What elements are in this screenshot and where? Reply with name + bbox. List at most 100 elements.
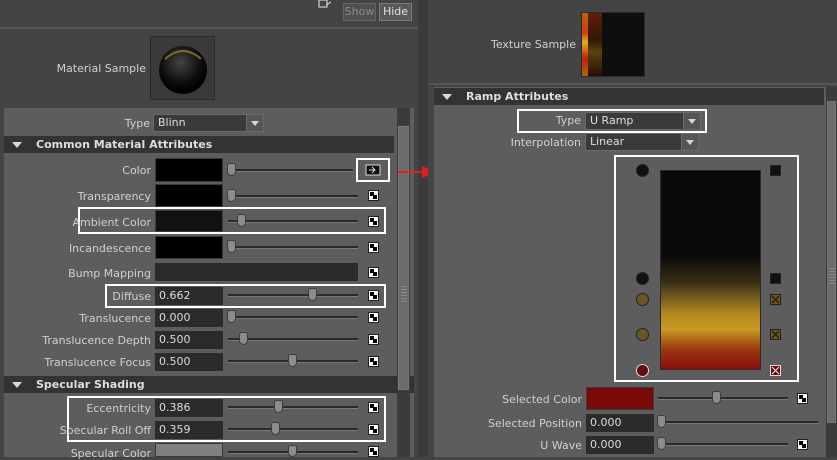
diffuse-input[interactable]: 0.662	[155, 287, 223, 305]
chevron-down-icon	[246, 115, 263, 131]
specular-roll-off-map-icon[interactable]	[368, 424, 379, 435]
ramp-delete-handle[interactable]	[770, 273, 781, 284]
selected-color-map-icon[interactable]	[797, 393, 808, 404]
ambient-slider-knob[interactable]	[237, 214, 246, 227]
transparency-map-icon[interactable]	[368, 190, 379, 201]
specular-shading-header[interactable]: Specular Shading	[4, 376, 414, 393]
ramp-delete-handle[interactable]	[770, 365, 781, 376]
right-resize-grip[interactable]	[829, 268, 835, 284]
translucence-focus-input[interactable]: 0.500	[155, 353, 223, 371]
color-slider-track[interactable]	[228, 169, 353, 172]
incandescence-slider-knob[interactable]	[227, 240, 236, 253]
incandescence-map-icon[interactable]	[368, 242, 379, 253]
translucence-map-icon[interactable]	[368, 312, 379, 323]
bump-mapping-label: Bump Mapping	[68, 267, 151, 280]
select-icon[interactable]	[318, 0, 332, 10]
ramp-delete-handle[interactable]	[770, 294, 781, 305]
translucence-depth-map-icon[interactable]	[368, 334, 379, 345]
left-scrollbar[interactable]	[397, 108, 410, 457]
translucence-slider-knob[interactable]	[227, 310, 236, 323]
show-button[interactable]: Show	[343, 3, 376, 21]
specular-roll-off-input[interactable]: 0.359	[155, 421, 223, 439]
incandescence-swatch[interactable]	[155, 236, 223, 259]
chevron-down-icon	[681, 134, 698, 150]
transparency-swatch[interactable]	[155, 184, 223, 207]
specular-color-map-icon[interactable]	[368, 446, 379, 457]
panel-resize-grip[interactable]	[401, 286, 407, 302]
u-wave-slider-knob[interactable]	[657, 437, 666, 450]
section-title: Specular Shading	[36, 378, 145, 391]
specular-color-label: Specular Color	[70, 447, 151, 460]
selected-position-input[interactable]: 0.000	[586, 414, 654, 432]
ambient-slider-track[interactable]	[228, 220, 358, 223]
transparency-slider-track[interactable]	[228, 195, 358, 198]
selected-color-slider-knob[interactable]	[712, 391, 721, 404]
diffuse-map-icon[interactable]	[368, 290, 379, 301]
translucence-focus-map-icon[interactable]	[368, 356, 379, 367]
translucence-slider-track[interactable]	[228, 316, 358, 319]
color-swatch[interactable]	[155, 158, 223, 182]
right-scrollbar-thumb[interactable]	[827, 101, 836, 423]
selected-color-swatch[interactable]	[586, 387, 654, 410]
ramp-position-handle[interactable]	[636, 272, 649, 285]
specular-roll-off-slider-track[interactable]	[228, 428, 358, 431]
texture-sample-label: Texture Sample	[490, 38, 576, 51]
ramp-delete-handle[interactable]	[770, 165, 781, 176]
collapse-triangle-icon	[12, 142, 22, 148]
selected-position-slider-knob[interactable]	[657, 415, 666, 428]
bump-mapping-map-icon[interactable]	[368, 267, 379, 278]
selected-color-slider-track[interactable]	[658, 397, 788, 400]
transparency-slider-knob[interactable]	[227, 189, 236, 202]
u-wave-slider-track[interactable]	[658, 443, 788, 446]
color-slider-knob[interactable]	[227, 163, 236, 176]
selected-color-label: Selected Color	[502, 393, 582, 406]
ambient-color-swatch[interactable]	[155, 210, 223, 232]
ramp-gradient[interactable]	[660, 170, 761, 370]
ramp-position-handle[interactable]	[636, 328, 649, 341]
specular-roll-off-slider-knob[interactable]	[271, 422, 280, 435]
eccentricity-slider-track[interactable]	[228, 406, 358, 409]
incandescence-slider-track[interactable]	[228, 246, 358, 249]
toolbar-divider	[0, 27, 418, 29]
panel-divider[interactable]	[418, 0, 428, 457]
section-title: Ramp Attributes	[466, 90, 569, 103]
eccentricity-input[interactable]: 0.386	[155, 399, 223, 417]
common-material-attributes-header[interactable]: Common Material Attributes	[4, 136, 394, 153]
interpolation-label: Interpolation	[510, 136, 581, 149]
diffuse-slider-knob[interactable]	[308, 288, 317, 301]
material-type-dropdown[interactable]: Blinn	[153, 114, 264, 132]
ramp-delete-handle[interactable]	[770, 329, 781, 340]
translucence-focus-slider-knob[interactable]	[288, 354, 297, 367]
ramp-type-dropdown[interactable]: U Ramp	[585, 112, 701, 130]
specular-color-slider-knob[interactable]	[288, 445, 297, 457]
section-title: Common Material Attributes	[36, 138, 213, 151]
interpolation-dropdown[interactable]: Linear	[585, 133, 699, 151]
ramp-type-label: Type	[555, 114, 581, 127]
ramp-type-value: U Ramp	[590, 114, 634, 127]
bump-mapping-field[interactable]	[155, 263, 358, 281]
translucence-focus-label: Translucence Focus	[44, 356, 151, 369]
diffuse-slider-track[interactable]	[228, 294, 358, 297]
texture-map-icon[interactable]	[365, 164, 381, 176]
u-wave-map-icon[interactable]	[797, 439, 808, 450]
selected-position-slider-track[interactable]	[658, 421, 818, 424]
top-right-divider	[428, 83, 837, 85]
ramp-position-handle[interactable]	[636, 293, 649, 306]
ramp-attributes-header[interactable]: Ramp Attributes	[434, 88, 824, 105]
hide-button[interactable]: Hide	[379, 3, 412, 21]
type-label: Type	[124, 117, 150, 130]
material-sample-swatch[interactable]	[150, 36, 215, 100]
ramp-position-handle[interactable]	[636, 164, 649, 177]
u-wave-input[interactable]: 0.000	[586, 436, 654, 454]
selected-position-label: Selected Position	[487, 417, 582, 430]
ramp-position-handle-selected[interactable]	[636, 364, 649, 377]
eccentricity-map-icon[interactable]	[368, 402, 379, 413]
diffuse-label: Diffuse	[112, 290, 151, 303]
translucence-input[interactable]: 0.000	[155, 309, 223, 327]
ambient-map-icon[interactable]	[368, 216, 379, 227]
specular-color-swatch[interactable]	[155, 443, 223, 457]
eccentricity-slider-knob[interactable]	[274, 400, 283, 413]
translucence-depth-input[interactable]: 0.500	[155, 331, 223, 349]
texture-sample-swatch[interactable]	[581, 12, 645, 77]
translucence-depth-slider-knob[interactable]	[239, 332, 248, 345]
